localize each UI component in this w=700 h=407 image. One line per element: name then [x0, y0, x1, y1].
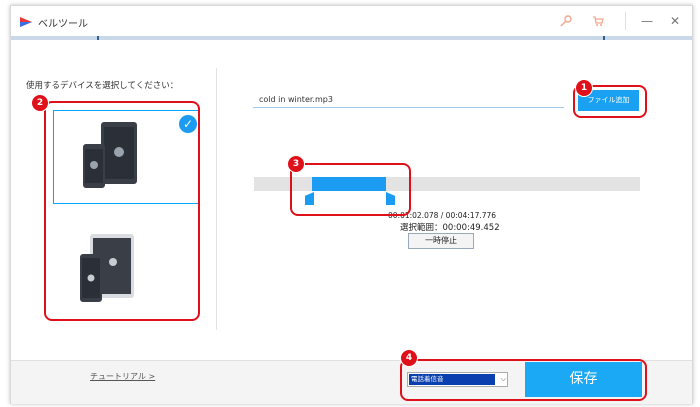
panel-divider: [216, 68, 217, 330]
close-button[interactable]: ✕: [667, 13, 683, 29]
titlebar-separator: [625, 12, 626, 30]
app-title: ベルツール: [38, 19, 88, 30]
tutorial-link[interactable]: チュートリアル >: [90, 371, 155, 382]
pause-button[interactable]: 一時停止: [408, 233, 474, 249]
annotation-badge-1: 1: [575, 79, 593, 97]
annotation-box-2: [44, 101, 200, 321]
selection-range-text: 選択範囲：00:00:49.452: [400, 223, 500, 233]
strip-marker: [603, 36, 605, 40]
annotation-badge-4: 4: [400, 349, 418, 367]
annotation-box-4: [400, 359, 647, 401]
file-name-field[interactable]: cold in winter.mp3: [253, 92, 564, 108]
annotation-box-3: [290, 163, 411, 216]
title-bar: ベルツール — ✕: [11, 6, 692, 36]
cart-icon[interactable]: [591, 14, 605, 28]
annotation-badge-3: 3: [287, 155, 305, 173]
key-icon[interactable]: [559, 14, 573, 28]
device-select-heading: 使用するデバイスを選択してください：: [26, 81, 179, 91]
annotation-badge-2: 2: [31, 94, 49, 112]
minimize-button[interactable]: —: [639, 13, 655, 29]
app-logo-icon: [20, 17, 32, 27]
